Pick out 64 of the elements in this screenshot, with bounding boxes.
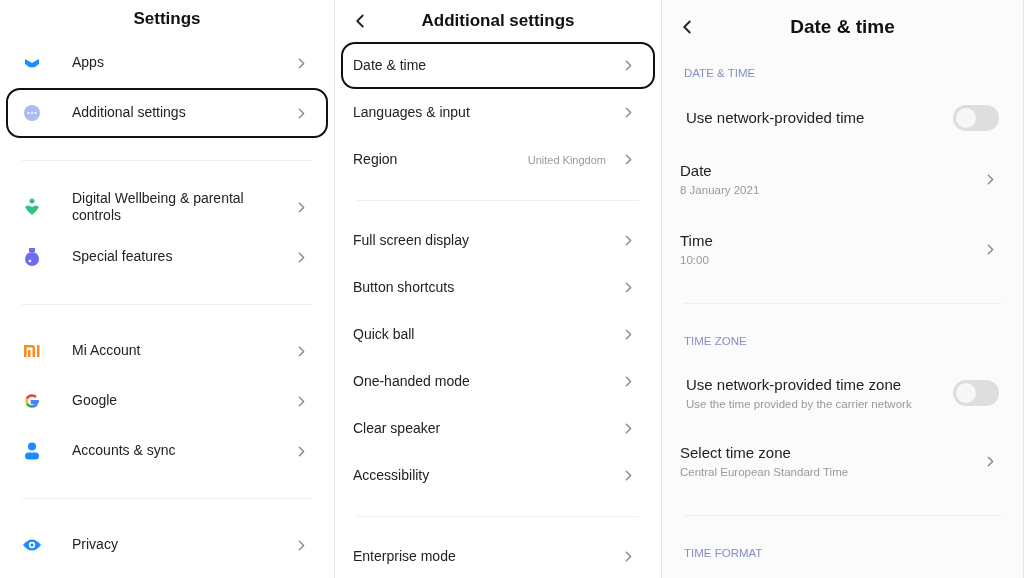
eye-icon xyxy=(22,538,42,552)
setting-description: Use the time provided by the carrier network xyxy=(686,397,913,410)
setting-label: Use network-provided time xyxy=(686,108,866,128)
item-label: Google xyxy=(72,392,119,410)
setting-label: Use network-provided time zone xyxy=(686,376,903,395)
potion-icon xyxy=(24,248,40,266)
settings-item[interactable]: Special features xyxy=(6,232,328,282)
more-icon xyxy=(23,104,41,122)
settings-item[interactable]: Full screen display xyxy=(341,217,655,264)
settings-item[interactable]: Clear speaker xyxy=(341,405,655,452)
item-value: 8 January 2021 xyxy=(680,183,761,196)
item-label: Quick ball xyxy=(353,325,416,344)
item-label: Accessibility xyxy=(353,466,431,485)
settings-item[interactable]: Button shortcuts xyxy=(341,264,655,311)
item-label: Apps xyxy=(72,54,105,72)
item-label: One-handed mode xyxy=(353,372,471,391)
item-label: Languages & input xyxy=(353,103,471,122)
settings-item[interactable]: Google xyxy=(6,376,328,426)
settings-item[interactable]: Time 10:00 xyxy=(668,214,1017,284)
toggle-switch[interactable] xyxy=(953,105,999,131)
settings-item[interactable]: Select time zone Central European Standard Time xyxy=(668,426,1017,496)
person-icon xyxy=(24,442,40,460)
item-value: 10:00 xyxy=(680,253,710,266)
item-label: Privacy xyxy=(72,536,119,554)
settings-item[interactable]: Apps xyxy=(6,38,328,88)
item-label: Mi Account xyxy=(72,342,142,360)
settings-item[interactable]: Accessibility xyxy=(341,452,655,499)
google-icon xyxy=(23,392,41,410)
item-value: United Kingdom xyxy=(527,153,606,166)
wellbeing-icon xyxy=(24,198,40,216)
item-label: Date xyxy=(680,162,713,181)
mi-logo-icon xyxy=(23,344,41,358)
screen-title: Settings xyxy=(133,9,201,29)
item-label: Accounts & sync xyxy=(72,442,177,460)
item-label: Clear speaker xyxy=(353,419,442,438)
settings-item[interactable]: Region United Kingdom xyxy=(341,136,655,183)
settings-item[interactable]: Languages & input xyxy=(341,89,655,136)
item-value: Central European Standard Time xyxy=(680,465,850,478)
settings-item[interactable]: Digital Wellbeing & parental controls xyxy=(6,182,328,232)
section-header: TIME FORMAT xyxy=(684,547,763,559)
item-label: Digital Wellbeing & parental controls xyxy=(72,189,245,225)
settings-item[interactable]: Mi Account xyxy=(6,326,328,376)
item-label: Time xyxy=(680,232,714,251)
settings-item[interactable]: Enterprise mode xyxy=(341,533,655,578)
section-header: TIME ZONE xyxy=(684,335,747,347)
screen-title: Additional settings xyxy=(421,11,575,31)
item-label: Region xyxy=(353,150,399,169)
settings-item[interactable]: Additional settings xyxy=(6,88,328,138)
settings-item[interactable]: Accounts & sync xyxy=(6,426,328,476)
settings-item[interactable]: Date & time xyxy=(341,42,655,89)
screen-title: Date & time xyxy=(790,16,895,38)
item-label: Special features xyxy=(72,248,174,266)
item-label: Full screen display xyxy=(353,231,470,250)
item-label: Date & time xyxy=(353,56,428,75)
settings-item[interactable]: One-handed mode xyxy=(341,358,655,405)
settings-item[interactable]: Date 8 January 2021 xyxy=(668,144,1017,214)
item-label: Additional settings xyxy=(72,104,187,122)
item-label: Enterprise mode xyxy=(353,547,457,566)
toggle-switch[interactable] xyxy=(953,380,999,406)
item-label: Button shortcuts xyxy=(353,278,456,297)
item-label: Select time zone xyxy=(680,444,792,463)
section-header: DATE & TIME xyxy=(684,67,756,79)
settings-item[interactable]: Quick ball xyxy=(341,311,655,358)
settings-item[interactable]: Privacy xyxy=(6,520,328,570)
